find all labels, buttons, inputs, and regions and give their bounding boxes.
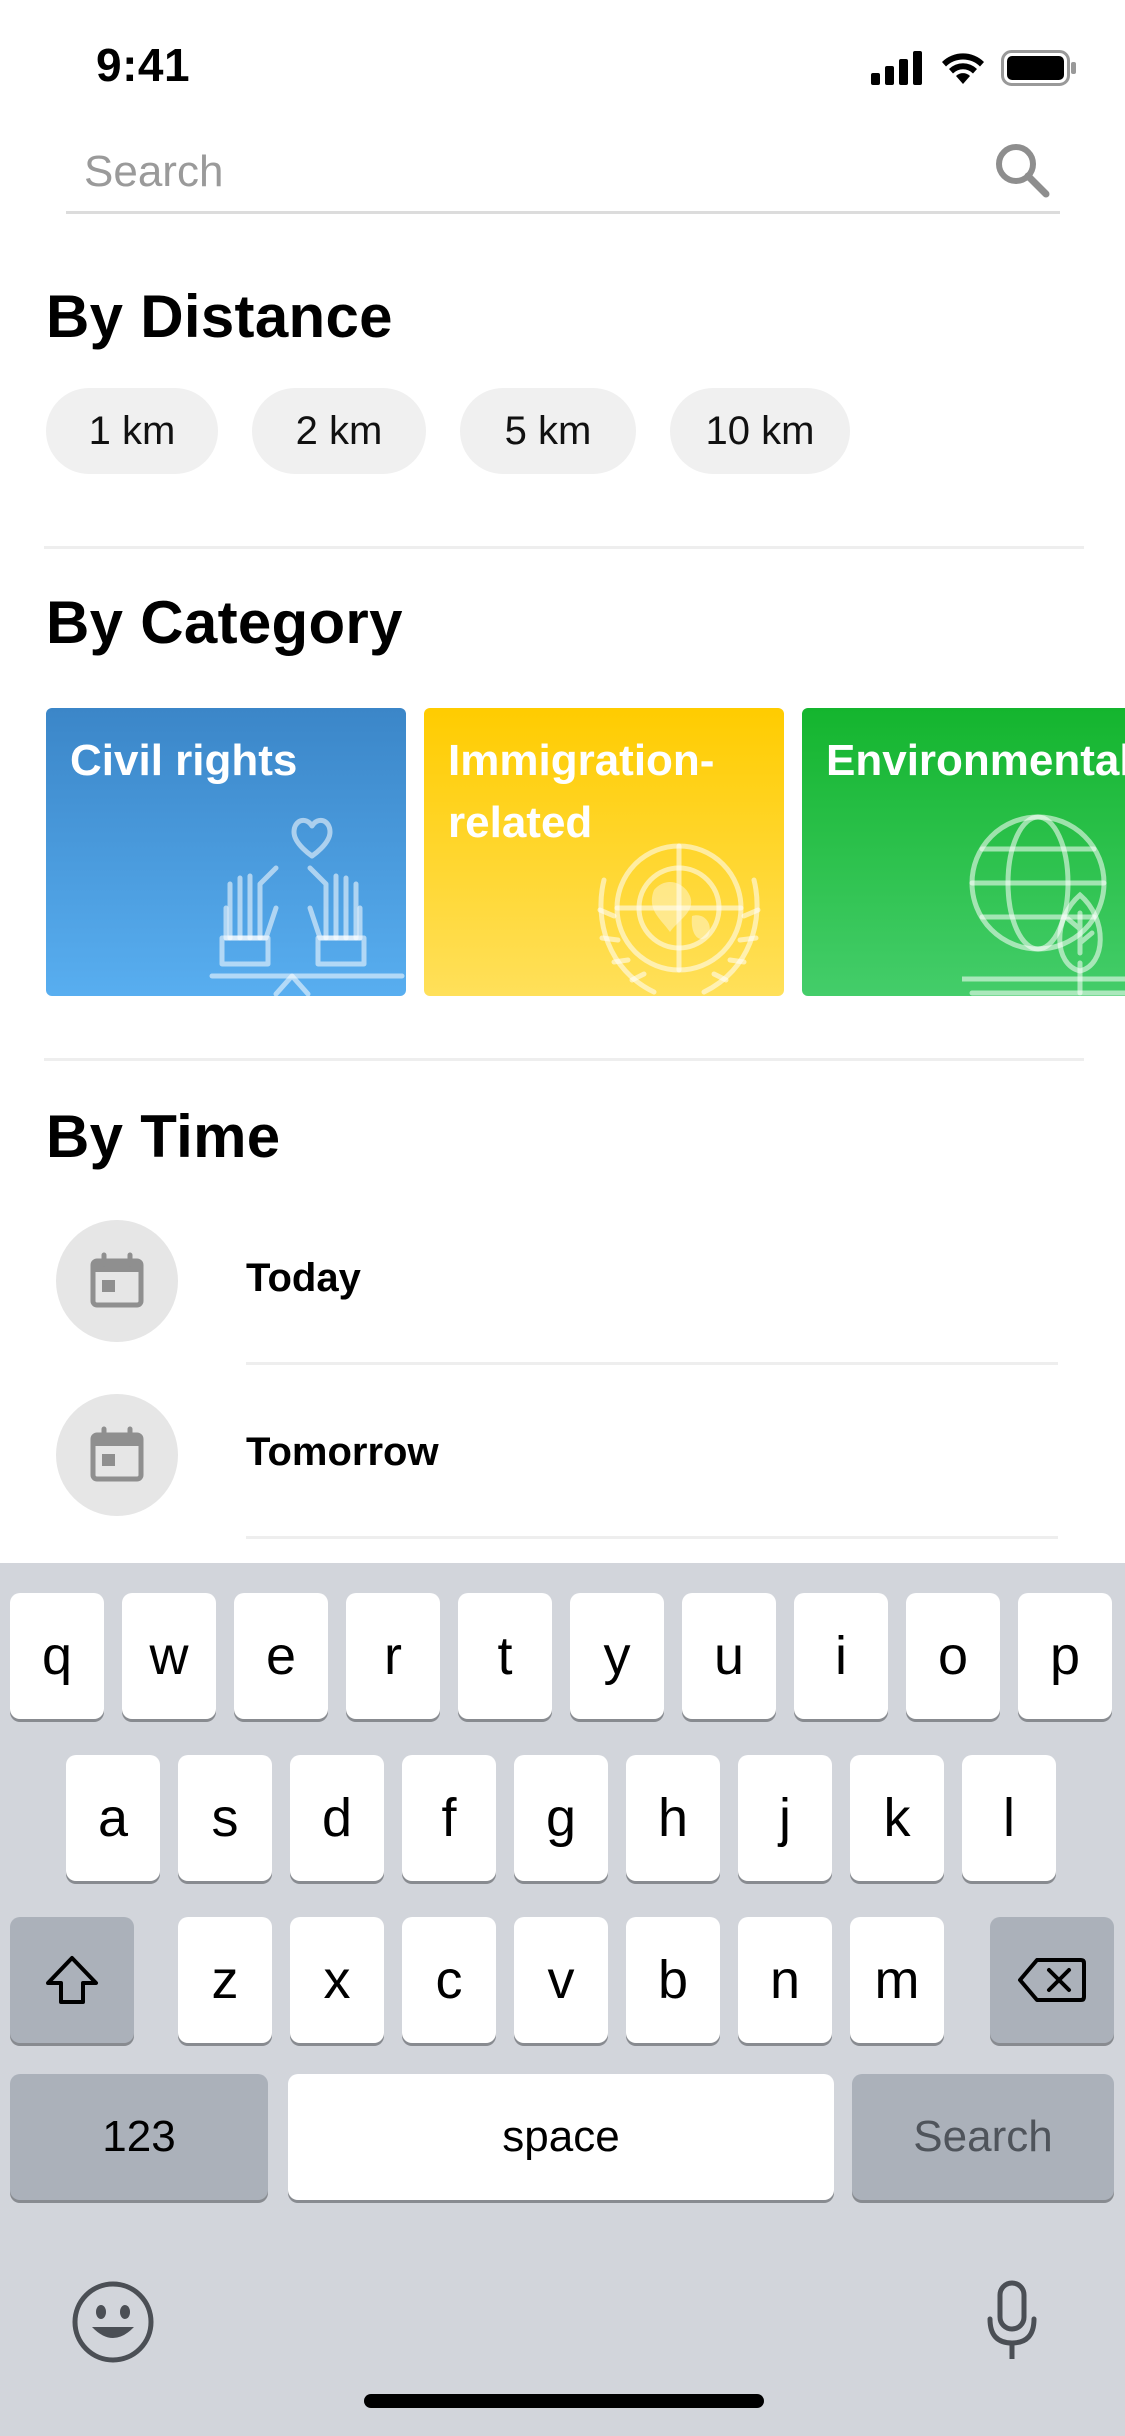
key-l[interactable]: l: [962, 1755, 1056, 1881]
keyboard-search-key[interactable]: Search: [852, 2074, 1114, 2200]
un-globe-laurel-icon: [597, 843, 761, 995]
key-k[interactable]: k: [850, 1755, 944, 1881]
chip-1km[interactable]: 1 km: [46, 388, 218, 474]
time-item-today[interactable]: Today: [0, 1194, 1125, 1368]
search-bar: [66, 130, 1060, 214]
wifi-icon: [942, 53, 984, 84]
search-input[interactable]: [84, 142, 944, 202]
key-d[interactable]: d: [290, 1755, 384, 1881]
shift-key[interactable]: [10, 1917, 134, 2043]
key-b[interactable]: b: [626, 1917, 720, 2043]
key-c[interactable]: c: [402, 1917, 496, 2043]
raised-hands-heart-icon: [209, 817, 405, 996]
status-icons: [871, 48, 1077, 88]
microphone-icon[interactable]: [982, 2279, 1042, 2365]
time-item-tomorrow[interactable]: Tomorrow: [0, 1368, 1125, 1542]
category-card-label: Environmental: [826, 736, 1125, 785]
key-r[interactable]: r: [346, 1593, 440, 1719]
key-z[interactable]: z: [178, 1917, 272, 2043]
key-u[interactable]: u: [682, 1593, 776, 1719]
emoji-icon[interactable]: [70, 2279, 156, 2365]
divider: [44, 1058, 1084, 1061]
key-v[interactable]: v: [514, 1917, 608, 2043]
category-card-civil-rights[interactable]: Civil rights: [46, 708, 406, 996]
key-f[interactable]: f: [402, 1755, 496, 1881]
key-n[interactable]: n: [738, 1917, 832, 2043]
search-icon[interactable]: [990, 138, 1054, 202]
key-a[interactable]: a: [66, 1755, 160, 1881]
section-title-time: By Time: [46, 1103, 281, 1170]
cellular-signal-icon: [871, 51, 922, 85]
calendar-icon-badge: [56, 1394, 178, 1516]
status-time: 9:41: [96, 39, 191, 91]
key-y[interactable]: y: [570, 1593, 664, 1719]
category-card-label: Civil rights: [70, 736, 298, 785]
chip-10km[interactable]: 10 km: [670, 388, 850, 474]
backspace-icon: [1018, 1958, 1086, 2002]
key-q[interactable]: q: [10, 1593, 104, 1719]
key-h[interactable]: h: [626, 1755, 720, 1881]
section-title-category: By Category: [46, 589, 403, 656]
space-key[interactable]: space: [288, 2074, 834, 2200]
time-item-label: Today: [246, 1256, 361, 1300]
status-bar: 9:41: [0, 0, 1125, 132]
distance-chips: 1 km 2 km 5 km 10 km: [46, 388, 850, 474]
key-g[interactable]: g: [514, 1755, 608, 1881]
chip-5km[interactable]: 5 km: [460, 388, 636, 474]
category-cards: Civil rights Immigration- related Enviro…: [46, 708, 1125, 996]
keyboard: q w e r t y u i o p a s d f g h j k l z …: [0, 1563, 1125, 2436]
backspace-key[interactable]: [990, 1917, 1114, 2043]
divider: [44, 546, 1084, 549]
list-separator: [246, 1362, 1058, 1365]
time-item-label: Tomorrow: [246, 1430, 439, 1474]
list-separator: [246, 1536, 1058, 1539]
category-card-environmental[interactable]: Environmental: [802, 708, 1125, 996]
key-t[interactable]: t: [458, 1593, 552, 1719]
chip-2km[interactable]: 2 km: [252, 388, 426, 474]
key-j[interactable]: j: [738, 1755, 832, 1881]
key-o[interactable]: o: [906, 1593, 1000, 1719]
globe-leaf-icon: [962, 814, 1125, 996]
key-e[interactable]: e: [234, 1593, 328, 1719]
key-p[interactable]: p: [1018, 1593, 1112, 1719]
key-x[interactable]: x: [290, 1917, 384, 2043]
section-title-distance: By Distance: [46, 283, 393, 350]
category-card-immigration[interactable]: Immigration- related: [424, 708, 784, 996]
battery-icon: [1001, 50, 1076, 86]
key-m[interactable]: m: [850, 1917, 944, 2043]
key-s[interactable]: s: [178, 1755, 272, 1881]
key-i[interactable]: i: [794, 1593, 888, 1719]
shift-icon: [46, 1956, 98, 2004]
home-indicator[interactable]: [364, 2394, 764, 2408]
calendar-icon: [90, 1252, 144, 1308]
numbers-key[interactable]: 123: [10, 2074, 268, 2200]
calendar-icon: [90, 1426, 144, 1482]
calendar-icon-badge: [56, 1220, 178, 1342]
key-w[interactable]: w: [122, 1593, 216, 1719]
